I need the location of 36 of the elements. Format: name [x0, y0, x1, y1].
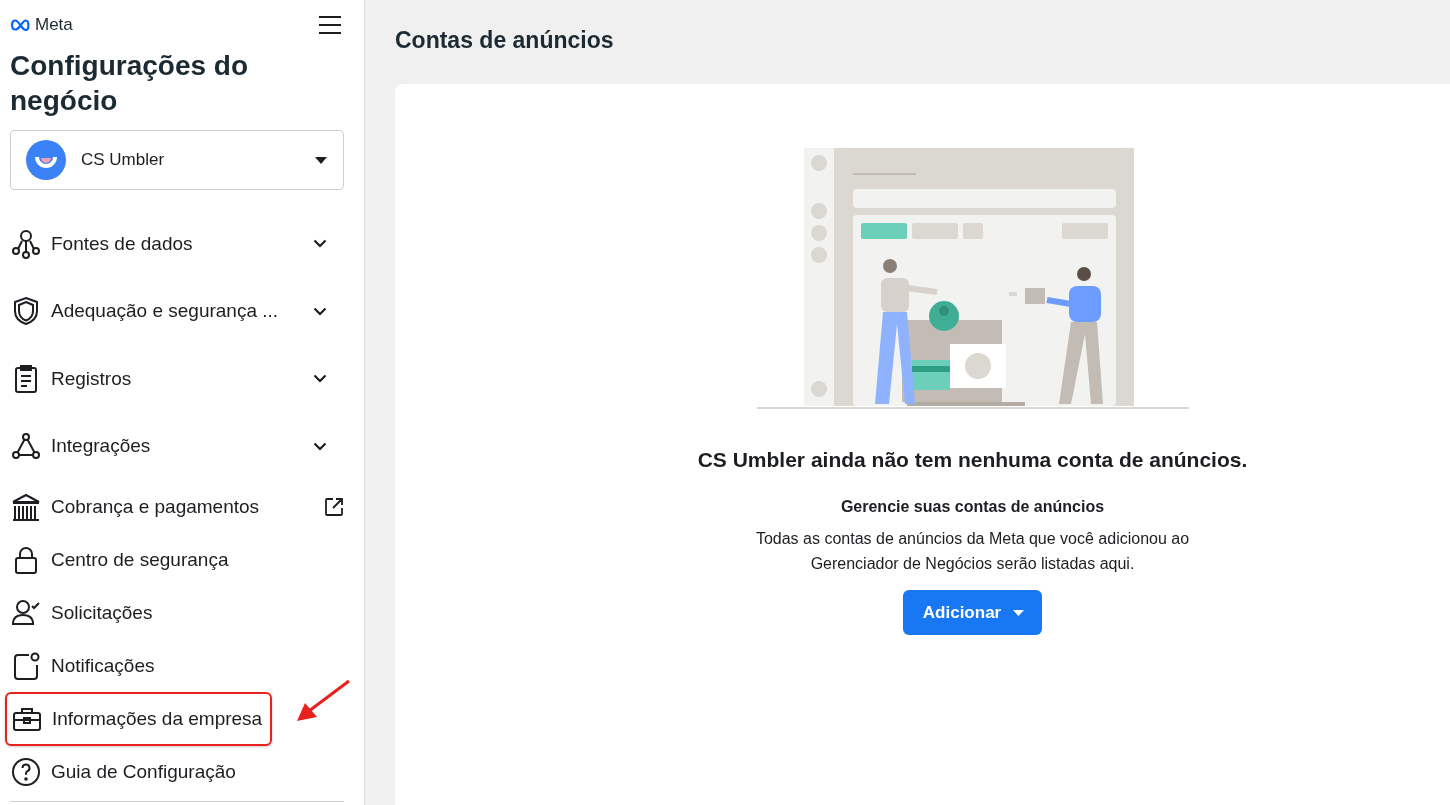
sidebar-item[interactable]: Adequação e segurança ... [5, 285, 288, 338]
caret-icon [1013, 609, 1025, 616]
page-title: Contas de anúncios [395, 27, 615, 55]
add-button[interactable]: Adicionar [902, 590, 1043, 635]
sidebar-item[interactable]: Cobrança e pagamentos [5, 480, 269, 533]
sidebar-item[interactable]: Fontes de dados [5, 217, 202, 270]
chevron-down-icon[interactable] [313, 239, 327, 249]
sidebar-item-icon [11, 296, 41, 327]
account-selector[interactable]: CS Umbler [10, 130, 344, 190]
sidebar-item[interactable]: Solicitações [5, 586, 162, 639]
sidebar-item[interactable]: Guia de Configuração [5, 745, 245, 798]
sidebar-item[interactable]: Registros [5, 352, 141, 405]
sidebar-item[interactable]: Centro de segurança [5, 533, 238, 586]
chevron-down-icon[interactable] [313, 374, 327, 384]
sidebar-item-icon [11, 756, 41, 787]
sidebar-item[interactable]: Integrações [5, 420, 160, 473]
meta-logo-icon [10, 19, 32, 31]
annotation-arrow [295, 679, 351, 723]
sidebar-item-icon [11, 597, 41, 628]
brand-name: Meta [35, 15, 73, 35]
sidebar-item[interactable]: Notificações [5, 639, 164, 692]
sidebar-item-icon [11, 491, 41, 522]
sidebar-item-icon [11, 431, 41, 462]
sidebar-item-icon [11, 228, 41, 259]
caret-icon [315, 156, 327, 164]
sidebar-item[interactable]: Informações da empresa [5, 691, 273, 746]
sidebar-title: Configurações do negócio [10, 49, 249, 118]
menu-icon[interactable] [318, 15, 342, 35]
chevron-down-icon[interactable] [313, 306, 327, 316]
external-link-icon[interactable] [324, 496, 344, 517]
empty-state-description: Todas as contas de anúncios da Meta que você adicionou ao Gerenciador de Negócios serão listadas aqui. [754, 529, 1191, 574]
chevron-down-icon[interactable] [313, 441, 327, 451]
sidebar-item-icon [11, 650, 41, 681]
account-avatar-icon [26, 140, 66, 180]
empty-state-heading: CS Umbler ainda não tem nenhuma conta de anúncios. [697, 448, 1248, 472]
empty-state-subheading: Gerencie suas contas de anúncios [840, 498, 1105, 516]
